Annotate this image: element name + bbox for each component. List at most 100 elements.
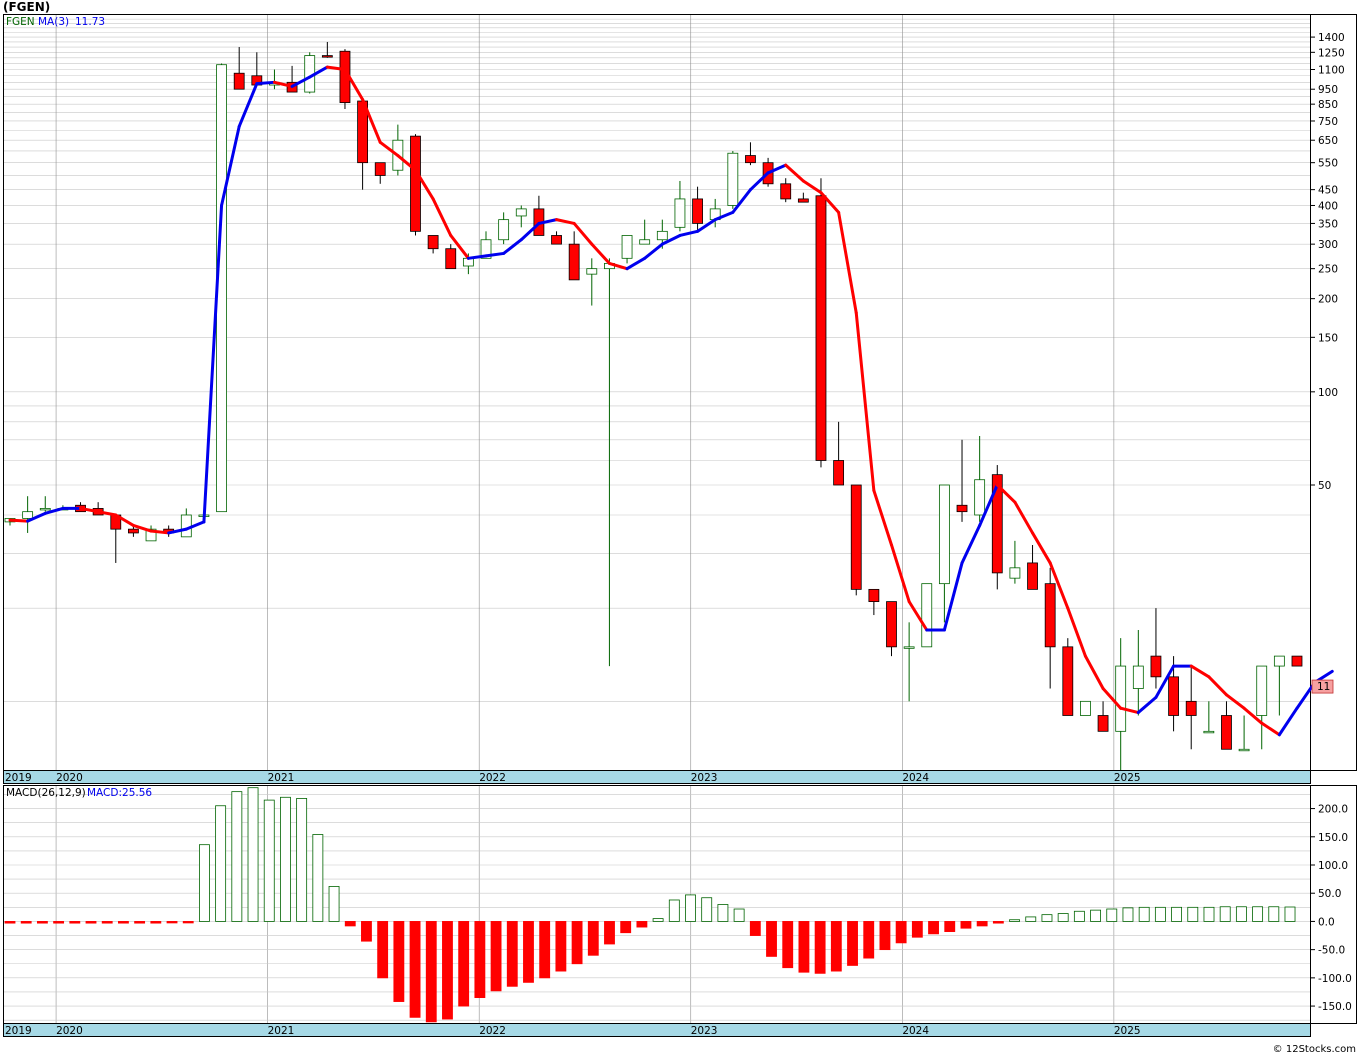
macd-bar-negative [620, 921, 632, 934]
candle-up [39, 508, 51, 511]
macd-bar-negative [361, 921, 372, 942]
price-tick-label: 250 [1318, 264, 1338, 276]
candle-up [1080, 700, 1091, 716]
candle-down [797, 198, 809, 203]
macd-bar-negative [442, 921, 453, 1020]
macd-bar-negative [53, 921, 65, 924]
stock-chart: 1400 1250 1100 950 850 750 650 550 450 400 350 300 2… [3, 14, 1357, 1037]
macd-tick-label: 100.0 [1318, 860, 1348, 872]
macd-bar-negative [604, 921, 615, 945]
macd-bar-negative [960, 921, 972, 929]
macd-bar-positive [247, 787, 259, 922]
ma-segment [255, 80, 276, 86]
macd-bar-positive [1219, 906, 1231, 922]
price-tick-label: 200 [1318, 294, 1338, 306]
macd-bar-negative [117, 921, 129, 924]
price-tick-label: 150 [1318, 332, 1338, 344]
candle-up [921, 583, 933, 648]
price-tick-label: 450 [1318, 185, 1338, 197]
macd-bar-negative [101, 921, 113, 924]
macd-bar-positive [1268, 906, 1280, 922]
macd-bar-negative [344, 921, 356, 927]
candle-down [745, 155, 756, 164]
macd-bar-negative [911, 921, 923, 938]
candle-up [621, 235, 633, 259]
candle-down [780, 183, 792, 200]
macd-bar-negative [782, 921, 794, 969]
price-tick-label: 550 [1318, 158, 1338, 170]
macd-bar-negative [555, 921, 567, 972]
candle-up [974, 479, 986, 516]
macd-tick-label: 200.0 [1318, 804, 1348, 816]
candle-up [1115, 665, 1127, 732]
price-tick-label: 1100 [1318, 65, 1345, 77]
candle-down [1185, 700, 1197, 716]
candle-down [1150, 655, 1162, 678]
candle-up [1132, 665, 1144, 689]
macd-bar-negative [944, 921, 956, 932]
macd-bar-negative [4, 921, 16, 924]
macd-bar-positive [1235, 906, 1247, 922]
candle-down [1097, 715, 1109, 732]
macd-tick-label: 50.0 [1318, 888, 1341, 900]
macd-bar-positive [1041, 914, 1053, 922]
macd-bar-negative [587, 921, 599, 956]
macd-bar-negative [830, 921, 842, 972]
macd-bar-positive [328, 886, 340, 922]
candle-up [903, 646, 915, 649]
price-panel [3, 14, 1311, 771]
macd-bar-positive [668, 899, 680, 922]
ma-label: MA(3) [38, 16, 69, 28]
price-tick-label: 650 [1318, 135, 1338, 147]
macd-bar-positive [1057, 913, 1069, 922]
candle-down [1221, 715, 1232, 750]
macd-bar-negative [766, 921, 777, 957]
candle-up [938, 484, 950, 585]
macd-year-label: 2021 [268, 1025, 295, 1037]
macd-bar-negative [749, 921, 761, 936]
candle-up [1203, 730, 1215, 734]
candle-up [639, 239, 651, 245]
macd-bar-negative [20, 921, 32, 924]
macd-tick-label: 0.0 [1318, 916, 1335, 928]
candle-up [1273, 655, 1285, 667]
candle-up [586, 268, 598, 275]
candle-down [850, 484, 862, 590]
candle-down [1062, 646, 1074, 716]
macd-bar-negative [490, 921, 502, 992]
candle-up [656, 230, 668, 241]
candle-down [1027, 562, 1038, 590]
candle-up [498, 219, 510, 241]
macd-year-label: 2019 [5, 1025, 32, 1037]
macd-value-label: MACD:25.56 [87, 787, 152, 799]
macd-bar-positive [652, 918, 664, 922]
macd-bar-positive [733, 908, 745, 922]
candle-down [568, 243, 580, 281]
macd-tick-label: -100.0 [1318, 973, 1352, 985]
macd-bar-negative [506, 921, 518, 987]
macd-bar-positive [1187, 906, 1199, 922]
price-year-label: 2019 [5, 772, 32, 784]
macd-bar-negative [377, 921, 389, 979]
ma-value-label: 11.73 [75, 16, 105, 28]
symbol-label: FGEN [6, 16, 35, 28]
candle-up [727, 152, 739, 206]
candle-up [180, 514, 192, 538]
macd-year-label: 2025 [1114, 1025, 1141, 1037]
macd-bar-negative [992, 921, 1004, 924]
macd-bar-positive [296, 798, 308, 922]
macd-bar-negative [393, 921, 405, 1002]
ma-segment [8, 518, 30, 523]
candle-down [815, 195, 827, 461]
price-tick-label: 1400 [1318, 32, 1345, 44]
macd-bar-negative [976, 921, 988, 927]
price-year-label: 2021 [268, 772, 295, 784]
footer-credit: © 12Stocks.com [1272, 1044, 1356, 1055]
candle-up [515, 208, 527, 217]
macd-bar-negative [539, 921, 551, 979]
candle-down [868, 588, 880, 603]
macd-bar-positive [263, 799, 275, 922]
macd-tick-label: 150.0 [1318, 832, 1348, 844]
candle-down [410, 135, 421, 232]
macd-year-label: 2024 [902, 1025, 929, 1037]
